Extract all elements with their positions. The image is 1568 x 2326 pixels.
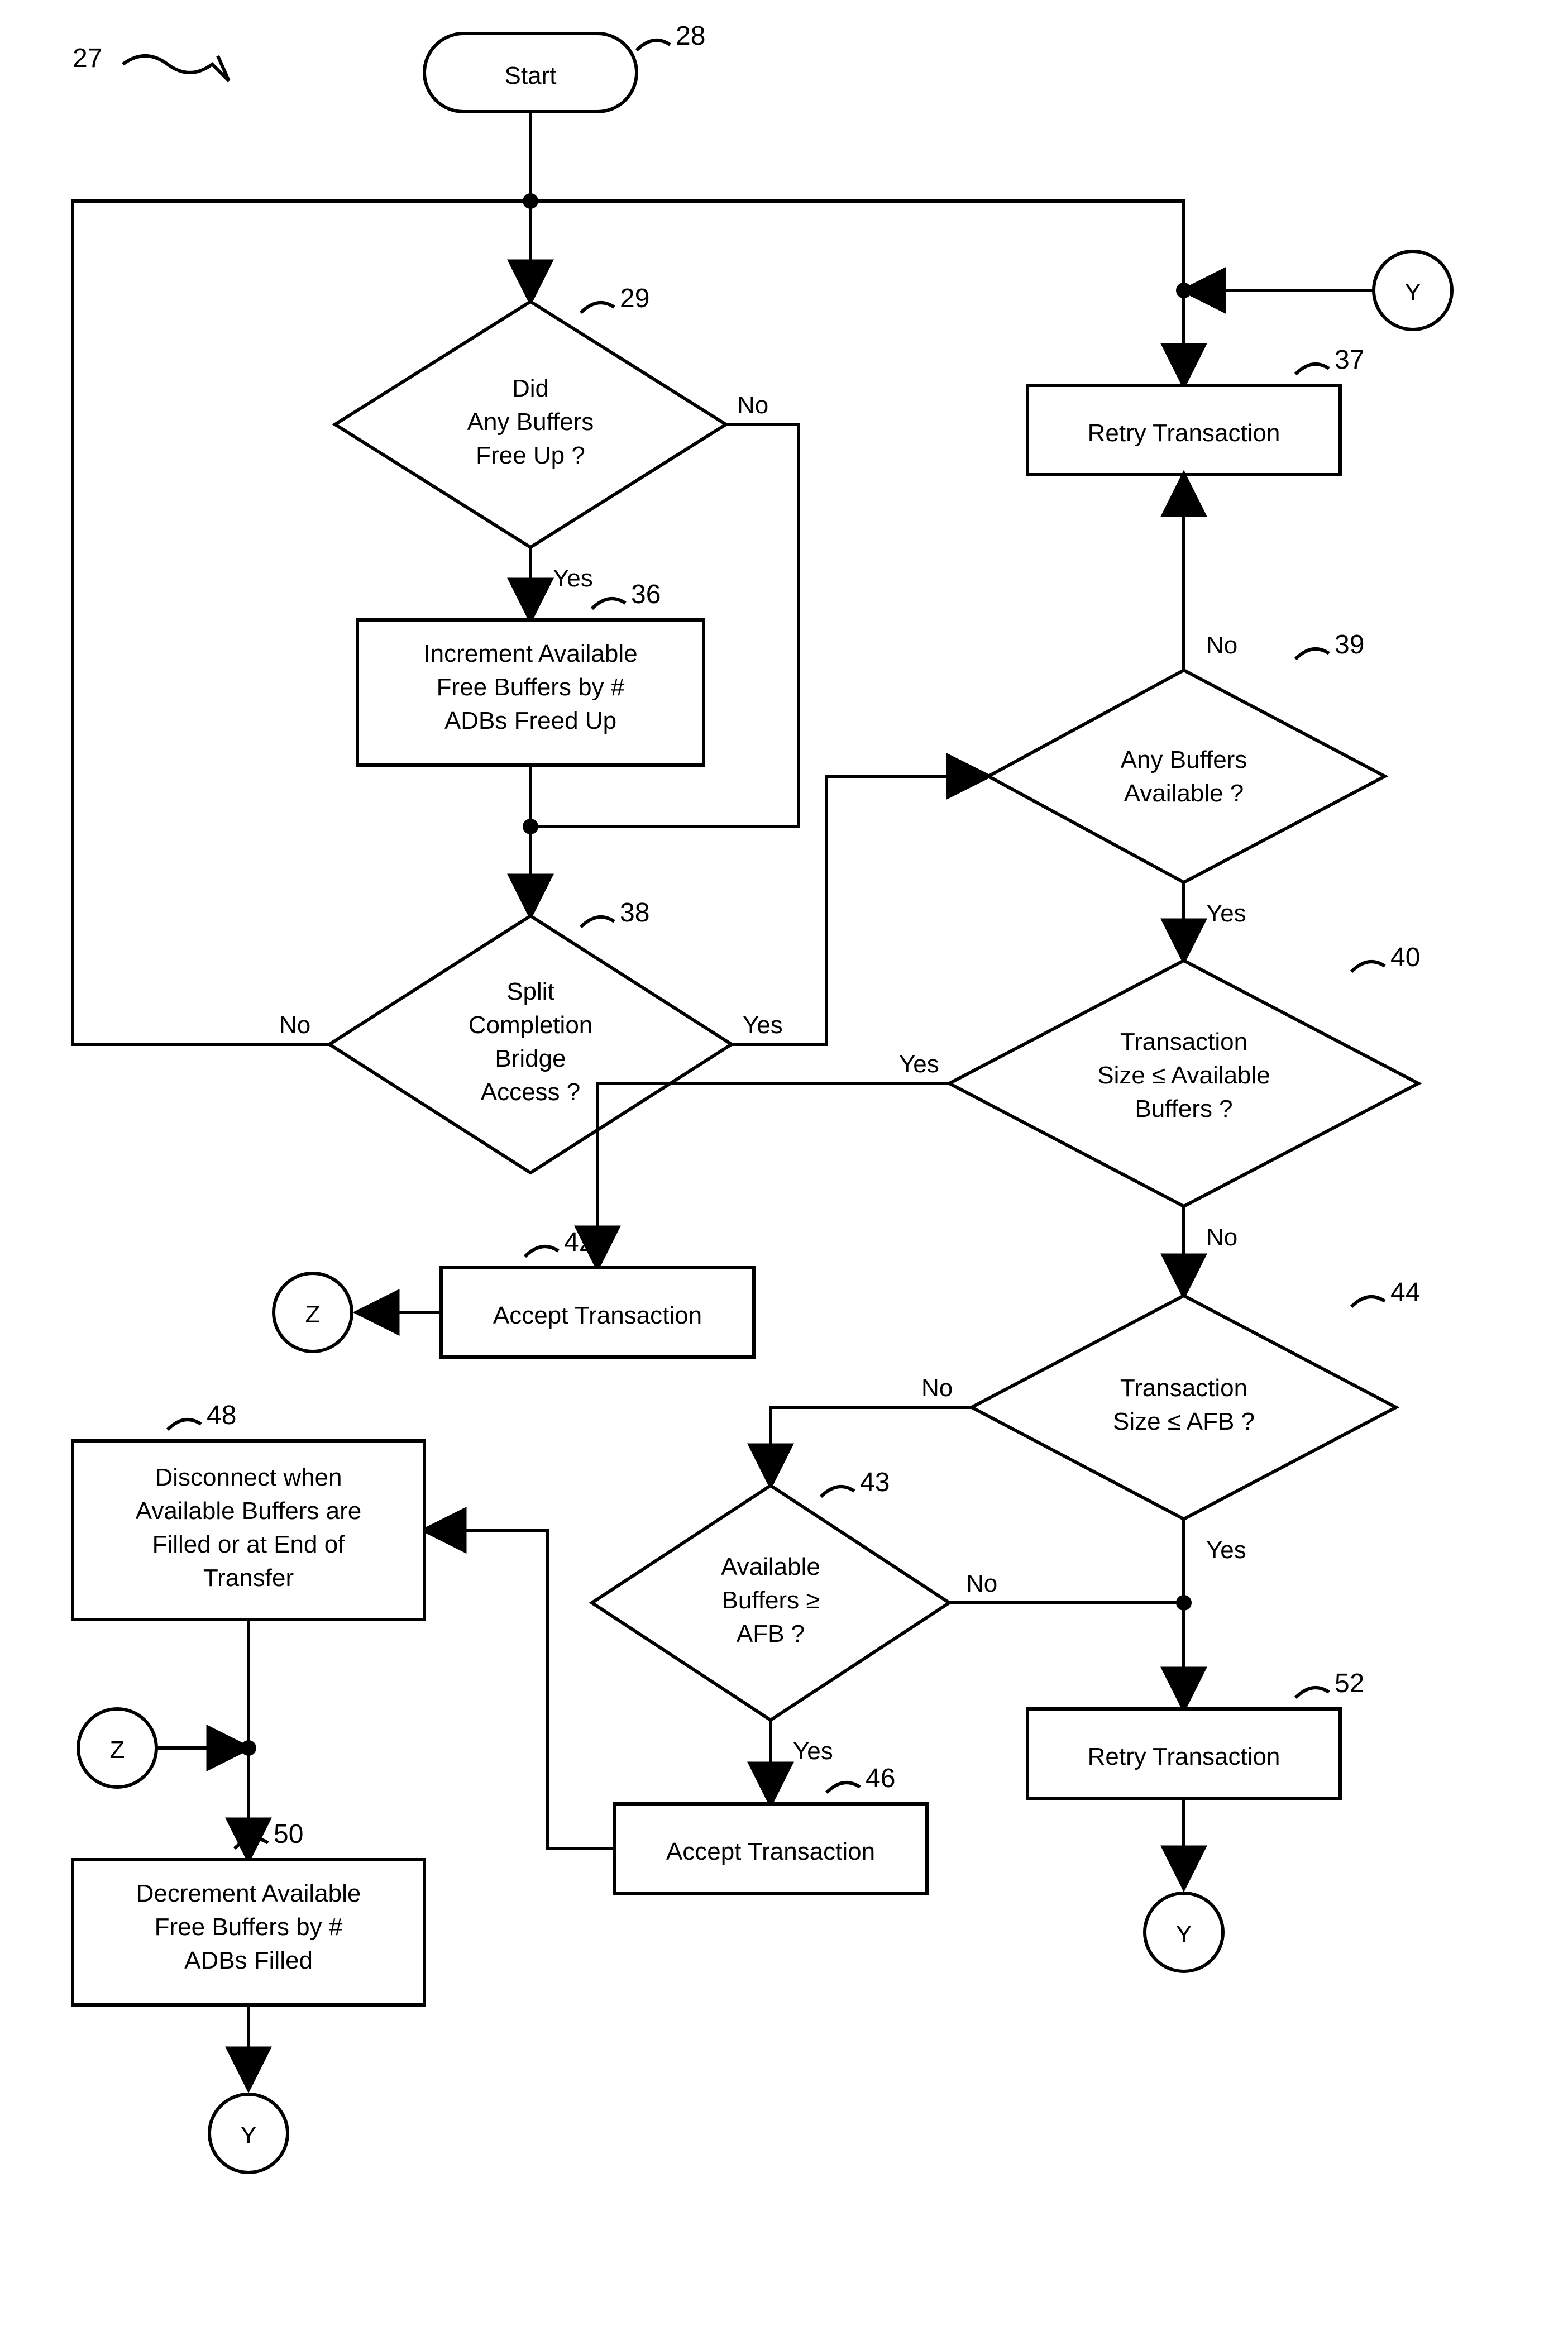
yes-label: Yes (1206, 900, 1246, 927)
svg-text:36: 36 (631, 580, 661, 609)
svg-text:Split: Split (506, 978, 554, 1005)
svg-text:ADBs Filled: ADBs Filled (184, 1947, 313, 1974)
connector-z-out: Z (274, 1273, 352, 1351)
edge (732, 776, 988, 1044)
svg-text:Start: Start (505, 62, 557, 89)
svg-text:Y: Y (1404, 279, 1421, 306)
yes-label: Yes (1206, 1536, 1246, 1564)
decision-size-le-available: Transaction Size ≤ Available Buffers ? 4… (949, 943, 1420, 1206)
process-disconnect: Disconnect when Available Buffers are Fi… (73, 1401, 424, 1620)
svg-text:Y: Y (1175, 1921, 1192, 1948)
edge (530, 201, 1184, 290)
svg-text:27: 27 (73, 44, 102, 73)
svg-text:52: 52 (1335, 1669, 1364, 1698)
svg-text:Size ≤ Available: Size ≤ Available (1097, 1062, 1270, 1089)
svg-text:Access ?: Access ? (481, 1078, 581, 1106)
svg-text:Any Buffers: Any Buffers (467, 408, 594, 436)
connector-y-out-1: Y (1145, 1893, 1223, 1971)
svg-text:Available: Available (721, 1553, 820, 1580)
svg-text:Transfer: Transfer (203, 1564, 294, 1592)
svg-text:Available ?: Available ? (1124, 780, 1244, 807)
no-label: No (1206, 632, 1237, 659)
svg-text:37: 37 (1335, 345, 1364, 375)
svg-text:42: 42 (564, 1228, 594, 1257)
svg-text:AFB ?: AFB ? (737, 1620, 805, 1647)
svg-text:Retry Transaction: Retry Transaction (1088, 1743, 1280, 1770)
start-node: Start 28 (424, 21, 705, 112)
connector-y-in: Y (1374, 251, 1452, 329)
svg-text:Accept Transaction: Accept Transaction (666, 1838, 875, 1865)
yes-label: Yes (553, 565, 593, 592)
svg-text:Accept Transaction: Accept Transaction (493, 1302, 702, 1329)
decision-any-buffers-available: Any Buffers Available ? 39 (988, 630, 1385, 882)
yes-label: Yes (899, 1050, 939, 1078)
process-retry-transaction-top: Retry Transaction 37 (1027, 345, 1364, 475)
no-label: No (1206, 1224, 1237, 1251)
svg-text:Free Buffers by #: Free Buffers by # (155, 1913, 343, 1941)
svg-text:39: 39 (1335, 630, 1364, 660)
svg-text:50: 50 (274, 1819, 303, 1849)
svg-text:Decrement Available: Decrement Available (136, 1880, 361, 1907)
svg-text:Y: Y (240, 2122, 256, 2149)
svg-text:43: 43 (860, 1468, 890, 1497)
yes-label: Yes (743, 1011, 783, 1039)
svg-text:Buffers ?: Buffers ? (1135, 1095, 1232, 1123)
svg-text:Free Buffers by #: Free Buffers by # (437, 674, 625, 701)
no-label: No (921, 1374, 953, 1402)
svg-text:Retry Transaction: Retry Transaction (1088, 419, 1280, 447)
svg-text:Z: Z (110, 1736, 125, 1764)
svg-text:48: 48 (207, 1401, 236, 1430)
svg-text:Available Buffers are: Available Buffers are (136, 1497, 361, 1525)
svg-text:Z: Z (305, 1301, 321, 1328)
svg-text:Completion: Completion (469, 1011, 593, 1039)
svg-text:44: 44 (1390, 1278, 1420, 1307)
edge (597, 1083, 949, 1268)
svg-text:46: 46 (866, 1764, 895, 1793)
no-label: No (966, 1570, 997, 1597)
svg-text:Free Up ?: Free Up ? (476, 442, 585, 469)
svg-text:Any Buffers: Any Buffers (1121, 746, 1247, 773)
svg-text:40: 40 (1390, 943, 1420, 972)
svg-text:ADBs Freed Up: ADBs Freed Up (444, 707, 616, 734)
svg-text:Did: Did (512, 375, 549, 402)
svg-text:28: 28 (676, 21, 705, 51)
decision-available-ge-afb: Available Buffers ≥ AFB ? 43 (592, 1468, 949, 1720)
connector-z-in: Z (78, 1709, 156, 1787)
svg-text:Increment Available: Increment Available (423, 640, 637, 667)
decision-split-completion: Split Completion Bridge Access ? 38 (329, 898, 732, 1173)
svg-text:Disconnect when: Disconnect when (155, 1464, 342, 1491)
decision-size-le-afb: Transaction Size ≤ AFB ? 44 (972, 1278, 1420, 1519)
yes-label: Yes (793, 1737, 833, 1765)
svg-text:Bridge: Bridge (495, 1045, 566, 1072)
no-label: No (279, 1011, 310, 1039)
no-label: No (737, 391, 768, 419)
connector-y-out-2: Y (209, 2094, 288, 2172)
svg-text:Transaction: Transaction (1120, 1028, 1247, 1055)
svg-text:Transaction: Transaction (1120, 1374, 1247, 1402)
svg-text:29: 29 (620, 284, 649, 313)
decision-buffers-free: Did Any Buffers Free Up ? 29 (335, 284, 726, 547)
edge (424, 1530, 614, 1849)
svg-text:Filled or at End of: Filled or at End of (152, 1531, 346, 1558)
figure-ref: 27 (73, 44, 229, 81)
svg-text:38: 38 (620, 898, 649, 928)
svg-text:Buffers ≥: Buffers ≥ (722, 1587, 820, 1614)
svg-text:Size ≤ AFB ?: Size ≤ AFB ? (1113, 1408, 1255, 1435)
process-retry-transaction-bottom: Retry Transaction 52 (1027, 1669, 1364, 1798)
